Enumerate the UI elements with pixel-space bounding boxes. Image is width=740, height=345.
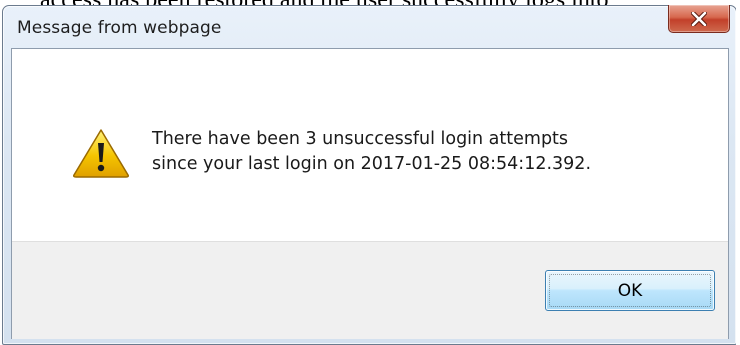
dialog-content: There have been 3 unsuccessful login att… — [12, 49, 728, 241]
message-line-2: since your last login on 2017-01-25 08:5… — [152, 154, 592, 174]
dialog-title: Message from webpage — [17, 18, 222, 38]
background-page-edge — [736, 0, 740, 345]
message-line-1: There have been 3 unsuccessful login att… — [152, 129, 569, 149]
ok-button[interactable]: OK — [545, 270, 715, 311]
warning-icon — [72, 128, 130, 178]
close-button[interactable] — [668, 5, 730, 33]
dialog-footer: OK — [12, 241, 728, 339]
dialog-client-area: There have been 3 unsuccessful login att… — [11, 48, 729, 339]
dialog-message: There have been 3 unsuccessful login att… — [152, 127, 591, 177]
close-icon — [669, 5, 729, 32]
dialog-titlebar[interactable]: Message from webpage — [3, 5, 736, 44]
ok-button-label: OK — [617, 280, 643, 301]
message-dialog: Message from webpage There have been 3 u… — [2, 5, 737, 345]
